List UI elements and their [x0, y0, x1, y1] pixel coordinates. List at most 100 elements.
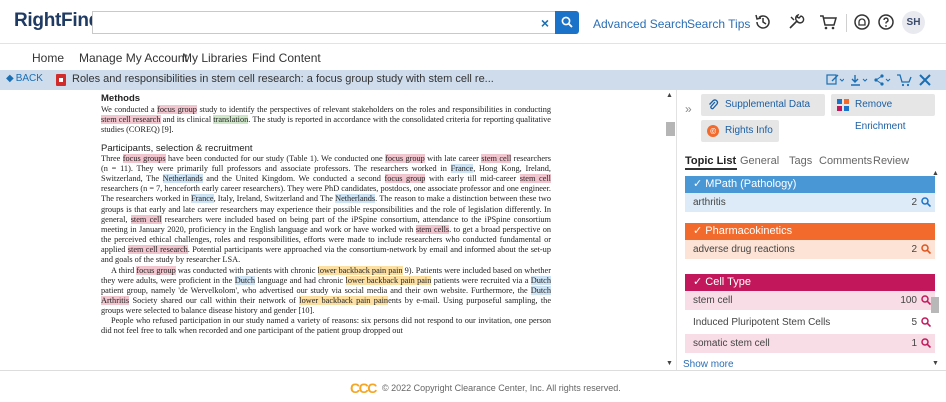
search-topic-icon[interactable]: [921, 338, 931, 348]
highlighted-term[interactable]: France: [191, 194, 214, 204]
topic-group-cell-type[interactable]: ✓ Cell Type: [685, 274, 935, 291]
panel-scroll-down-arrow[interactable]: ▼: [932, 360, 939, 367]
nav-manage-account[interactable]: Manage My Account: [79, 51, 188, 65]
highlighted-term[interactable]: stem cells: [415, 224, 450, 234]
topic-group-pharmacokinetics[interactable]: ✓ Pharmacokinetics: [685, 223, 935, 240]
text-run: have been conducted for our study (Table…: [165, 153, 386, 163]
highlighted-term[interactable]: lower backback pain pain: [299, 295, 389, 305]
app-logo[interactable]: RightFind: [14, 10, 100, 32]
divider: [846, 14, 847, 32]
topic-item-stem-cell[interactable]: stem cell 100: [685, 291, 935, 310]
back-button[interactable]: ◆ BACK: [6, 73, 43, 84]
highlighted-term[interactable]: translation: [213, 115, 249, 125]
tab-general[interactable]: General: [740, 155, 779, 167]
search-input[interactable]: ×: [92, 11, 555, 34]
collapse-panel-icon[interactable]: »: [685, 102, 692, 116]
text-run: language and had chronic: [255, 275, 346, 285]
document-actions: [826, 72, 936, 88]
document-title: Roles and responsibilities in stem cell …: [72, 73, 494, 85]
text-run: A third: [111, 265, 137, 275]
highlighted-term[interactable]: Dutch: [530, 285, 551, 295]
text-run: with late career: [424, 153, 482, 163]
search-topic-icon[interactable]: [921, 317, 931, 327]
close-document-icon[interactable]: [918, 73, 932, 87]
highlighted-term[interactable]: Dutch: [234, 275, 255, 285]
text-run: People who refused participation in our …: [101, 316, 551, 336]
highlighted-term[interactable]: Netherlands: [335, 194, 376, 204]
article-body: Methods We conducted a focus group study…: [101, 93, 552, 337]
highlighted-term[interactable]: focus group: [385, 153, 425, 163]
help-icon[interactable]: [876, 12, 896, 32]
ccc-logo: CCC: [350, 380, 377, 396]
text-run: We conducted a: [101, 105, 158, 115]
text-run: patient group, namely 'de Wervelkolom', …: [101, 285, 531, 295]
remove-enrichment-button[interactable]: Remove Enrichment: [831, 94, 935, 132]
panel-scroll-up-arrow[interactable]: ▲: [932, 170, 939, 177]
highlighted-term[interactable]: Arthritis: [101, 295, 130, 305]
panel-scrollbar-thumb[interactable]: [931, 297, 939, 313]
highlighted-term[interactable]: lower backback pain pain: [345, 275, 432, 285]
attachment-icon: [709, 99, 719, 110]
supplemental-data-button[interactable]: Supplemental Data: [701, 94, 825, 116]
nav-my-libraries[interactable]: My Libraries: [182, 51, 247, 65]
highlighted-term[interactable]: focus group: [136, 265, 176, 275]
participants-paragraph-3: People who refused participation in our …: [101, 316, 551, 336]
highlighted-term[interactable]: focus group: [384, 174, 426, 184]
history-icon[interactable]: [753, 12, 773, 32]
scroll-down-arrow[interactable]: ▼: [666, 360, 673, 367]
scroll-up-arrow[interactable]: ▲: [666, 92, 673, 99]
highlighted-term[interactable]: France: [450, 163, 474, 173]
highlighted-term[interactable]: Dutch: [530, 275, 552, 285]
search-topic-icon[interactable]: [921, 197, 931, 207]
nav-home[interactable]: Home: [32, 51, 64, 65]
viewer-scrollbar-thumb[interactable]: [666, 122, 675, 136]
document-header: ◆ BACK Roles and responsibilities in stem…: [0, 70, 946, 90]
rights-info-button[interactable]: © Rights Info: [701, 120, 779, 142]
main-nav: Home Manage My Account My Libraries Find…: [0, 44, 946, 70]
search-icon: [561, 16, 573, 28]
topic-group-mpath[interactable]: ✓ MPath (Pathology): [685, 176, 935, 193]
text-run: Society shared our call within their net…: [129, 295, 300, 305]
highlighted-term[interactable]: stem cell: [481, 153, 512, 163]
cart-icon[interactable]: [818, 12, 838, 32]
clear-search-icon[interactable]: ×: [541, 15, 549, 31]
add-to-cart-icon[interactable]: [896, 73, 912, 87]
rights-icon: ©: [707, 125, 719, 137]
user-avatar[interactable]: SH: [902, 11, 925, 34]
highlighted-term[interactable]: stem cell: [130, 214, 162, 224]
notifications-icon[interactable]: [852, 12, 872, 32]
topic-item-arthritis[interactable]: arthritis 2: [685, 193, 935, 212]
methods-paragraph: We conducted a focus group study to iden…: [101, 105, 551, 135]
topic-item-adverse-drug-reactions[interactable]: adverse drug reactions 2: [685, 240, 935, 259]
search-tips-link[interactable]: Search Tips: [687, 17, 750, 31]
pdf-icon: [56, 74, 66, 86]
search-button[interactable]: [555, 11, 579, 34]
tab-review[interactable]: Review: [873, 155, 909, 167]
tab-topic-list[interactable]: Topic List: [685, 155, 736, 167]
download-icon[interactable]: [850, 74, 868, 86]
methods-heading: Methods: [101, 93, 141, 104]
document-viewer[interactable]: Methods We conducted a focus group study…: [0, 90, 676, 370]
highlighted-term[interactable]: focus group: [157, 105, 197, 115]
tools-icon[interactable]: [786, 12, 806, 32]
highlighted-term[interactable]: stem cell: [519, 174, 551, 184]
search-topic-icon[interactable]: [921, 295, 931, 305]
advanced-search-link[interactable]: Advanced Search: [593, 17, 688, 31]
tab-comments[interactable]: Comments: [819, 155, 872, 167]
topic-item-induced-pluripotent-stem-cells[interactable]: Induced Pluripotent Stem Cells 5: [685, 313, 935, 332]
top-bar: RightFind × Advanced Search Search Tips …: [0, 0, 946, 44]
edit-icon[interactable]: [826, 74, 844, 86]
topic-item-somatic-stem-cell[interactable]: somatic stem cell 1: [685, 334, 935, 353]
highlighted-term[interactable]: stem cell research: [101, 115, 161, 125]
copyright-text: © 2022 Copyright Clearance Center, Inc. …: [382, 383, 621, 393]
highlighted-term[interactable]: lower backback pain pain: [317, 265, 403, 275]
search-topic-icon[interactable]: [921, 244, 931, 254]
text-run: study to identify the perspectives of re…: [196, 105, 551, 115]
tab-tags[interactable]: Tags: [789, 155, 812, 167]
highlighted-term[interactable]: Netherlands: [162, 174, 203, 184]
highlighted-term[interactable]: focus groups: [122, 153, 166, 163]
highlighted-term[interactable]: stem cell research: [127, 245, 188, 255]
show-more-link[interactable]: Show more: [683, 359, 734, 370]
share-icon[interactable]: [874, 74, 892, 86]
nav-find-content[interactable]: Find Content: [252, 51, 321, 65]
